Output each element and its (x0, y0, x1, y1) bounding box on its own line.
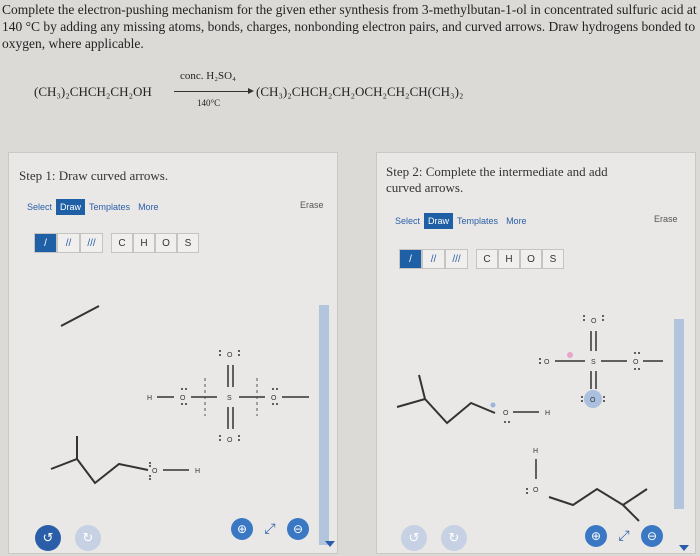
templates-tab[interactable]: Templates (453, 213, 502, 229)
question-line-2: 140 °C by adding any missing atoms, bond… (2, 19, 696, 34)
undo-icon[interactable]: ↺ (401, 525, 427, 551)
zoom-out-icon[interactable]: ⊖ (287, 518, 309, 540)
step1-tools: / // /// C H O S (34, 233, 199, 253)
step2-panel: Step 2: Complete the intermediate and ad… (376, 152, 696, 554)
single-bond-tool[interactable]: / (399, 249, 422, 269)
erase-button[interactable]: Erase (654, 214, 678, 224)
step2-zoom-controls: ⊕ ⤢ ⊖ (585, 525, 663, 547)
atom-o-bottom[interactable]: O (227, 437, 233, 444)
hydrogen-tool[interactable]: H (133, 233, 155, 253)
oxygen-highlight (490, 402, 496, 408)
step2-corner-icon (679, 545, 689, 551)
atom-o[interactable]: O (180, 395, 186, 402)
oxygen-tool[interactable]: O (155, 233, 177, 253)
step1-toolbar: Select Draw Templates More (23, 199, 163, 215)
lone-pairs (539, 315, 640, 402)
reactant-formula: (CH₃)₂CHCH₂CH₂OH (34, 84, 152, 99)
zoom-in-icon[interactable]: ⊕ (231, 518, 253, 540)
question-line-3: oxygen, where applicable. (2, 36, 144, 51)
triple-bond-tool[interactable]: /// (80, 233, 103, 253)
step1-panel: Step 1: Draw curved arrows. Select Draw … (8, 152, 338, 554)
atom-h-alcohol[interactable]: H (545, 410, 550, 417)
step1-title: Step 1: Draw curved arrows. (19, 168, 169, 183)
more-tab[interactable]: More (502, 213, 531, 229)
erase-button[interactable]: Erase (300, 200, 324, 210)
step1-scrollbar[interactable] (319, 305, 329, 545)
charge-marker (567, 352, 573, 358)
double-bond-tool[interactable]: // (57, 233, 80, 253)
atom-o-top[interactable]: O (227, 352, 233, 359)
single-bond-tool[interactable]: / (34, 233, 57, 253)
draw-tab[interactable]: Draw (56, 199, 86, 215)
second-alcohol-skeleton[interactable] (548, 487, 648, 522)
zoom-reset-icon[interactable]: ⤢ (259, 518, 281, 540)
more-tab[interactable]: More (134, 199, 163, 215)
hydrogen-tool[interactable]: H (498, 249, 520, 269)
step1-history-buttons: ↺ ↻ (35, 525, 101, 551)
atom-s[interactable]: S (591, 359, 596, 366)
carbon-tool[interactable]: C (476, 249, 498, 269)
step2-toolbar: Select Draw Templates More (391, 213, 531, 229)
reaction-scheme: (CH₃)₂CHCH₂CH₂OH conc. H₂SO₄ 140°C (CH₃)… (34, 70, 494, 110)
reaction-arrow (174, 88, 254, 94)
atom-o-bottom[interactable]: O (590, 397, 596, 404)
zoom-out-icon[interactable]: ⊖ (641, 525, 663, 547)
reagent-label: conc. H₂SO₄ (180, 70, 236, 82)
zoom-in-icon[interactable]: ⊕ (585, 525, 607, 547)
question-line-1: Complete the electron-pushing mechanism … (2, 2, 697, 17)
step2-title: Step 2: Complete the intermediate and ad… (386, 164, 608, 196)
product-formula: (CH₃)₂CHCH₂CH₂OCH₂CH₂CH(CH₃)₂ (256, 84, 464, 99)
zoom-reset-icon[interactable]: ⤢ (613, 525, 635, 547)
sulfur-tool[interactable]: S (542, 249, 564, 269)
atom-h[interactable]: H (147, 395, 152, 402)
atom-s[interactable]: S (227, 395, 232, 402)
step1-corner-icon (325, 541, 335, 547)
select-tab[interactable]: Select (391, 213, 424, 229)
condition-label: 140°C (197, 98, 221, 108)
alcohol-skeleton[interactable] (396, 374, 496, 425)
redo-icon[interactable]: ↻ (75, 525, 101, 551)
oxygen-tool[interactable]: O (520, 249, 542, 269)
step2-tools: / // /// C H O S (399, 249, 564, 269)
atom-h-alcohol[interactable]: H (195, 468, 200, 475)
double-bond-tool[interactable]: // (422, 249, 445, 269)
carbon-tool[interactable]: C (111, 233, 133, 253)
step2-history-buttons: ↺ ↻ (401, 525, 467, 551)
atom-h-mid[interactable]: H (533, 448, 538, 455)
atom-o-top[interactable]: O (591, 318, 597, 325)
step2-drawing-canvas[interactable]: O O S O O O H H O (377, 293, 677, 523)
undo-icon[interactable]: ↺ (35, 525, 61, 551)
select-tab[interactable]: Select (23, 199, 56, 215)
step2-title-line1: Step 2: Complete the intermediate and ad… (386, 164, 608, 179)
atom-o-right[interactable]: O (271, 395, 277, 402)
loose-bond[interactable] (60, 305, 100, 327)
sulfur-tool[interactable]: S (177, 233, 199, 253)
templates-tab[interactable]: Templates (85, 199, 134, 215)
triple-bond-tool[interactable]: /// (445, 249, 468, 269)
atom-o-right[interactable]: O (633, 359, 639, 366)
alcohol-skeleton[interactable] (50, 436, 149, 485)
step2-title-line2: curved arrows. (386, 180, 464, 195)
step1-zoom-controls: ⊕ ⤢ ⊖ (231, 518, 309, 540)
draw-tab[interactable]: Draw (424, 213, 454, 229)
question-text: Complete the electron-pushing mechanism … (0, 0, 700, 53)
atom-o-low[interactable]: O (533, 487, 539, 494)
step1-drawing-canvas[interactable]: H O S O O O O H (9, 273, 319, 513)
atom-o-alcohol[interactable]: O (503, 410, 509, 417)
step2-scrollbar[interactable] (674, 319, 684, 509)
redo-icon[interactable]: ↻ (441, 525, 467, 551)
atom-o-alcohol[interactable]: O (152, 468, 158, 475)
atom-o-left[interactable]: O (544, 359, 550, 366)
